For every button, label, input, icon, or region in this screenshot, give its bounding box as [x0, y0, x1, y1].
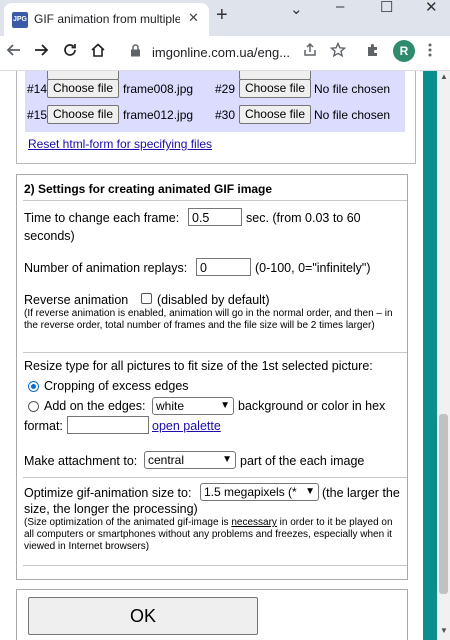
- optimize-size-select[interactable]: 1.5 megapixels (* ▼: [200, 483, 319, 501]
- tab-bar: JPG GIF animation from multiple p ✕ + ⌄ …: [0, 0, 450, 36]
- ok-button[interactable]: OK: [28, 597, 258, 635]
- crop-label: Cropping of excess edges: [44, 379, 189, 393]
- open-palette-link[interactable]: open palette: [152, 419, 221, 433]
- divider: [23, 352, 407, 353]
- scroll-down-icon[interactable]: ▼: [440, 626, 448, 635]
- optimize-suffix: (the larger the: [322, 486, 400, 500]
- optimize-suffix-cont: size, the longer the processing): [24, 502, 198, 516]
- reverse-label: Reverse animation: [24, 293, 129, 307]
- time-unit: sec. (from 0.03 to 60: [246, 211, 361, 225]
- side-accent-bar: [423, 71, 437, 640]
- reverse-note: (If reverse animation is enabled, animat…: [24, 308, 393, 331]
- file-name: No file chosen: [314, 108, 391, 122]
- address-bar[interactable]: imgonline.com.ua/eng...: [116, 40, 356, 66]
- back-icon[interactable]: [6, 42, 22, 63]
- page-content: #14 Choose file frame008.jpg #29 Choose …: [0, 71, 423, 640]
- optimize-note-emphasis: necessary: [231, 517, 277, 528]
- format-label: format:: [24, 419, 63, 433]
- avatar[interactable]: R: [393, 40, 415, 62]
- choose-file-button[interactable]: Choose file: [239, 79, 311, 98]
- attachment-value: central: [148, 453, 185, 467]
- url-text[interactable]: imgonline.com.ua/eng...: [152, 45, 290, 60]
- replays-label: Number of animation replays:: [24, 261, 188, 275]
- optimize-note: (Size optimization of the animated gif-i…: [24, 517, 404, 553]
- crop-radio[interactable]: [28, 381, 39, 392]
- file-number: #15: [27, 108, 48, 122]
- extensions-icon[interactable]: [365, 42, 381, 63]
- optimize-label: Optimize gif-animation size to:: [24, 486, 192, 500]
- divider: [23, 477, 407, 478]
- share-icon[interactable]: [302, 42, 318, 63]
- scroll-up-icon[interactable]: ▲: [440, 72, 448, 81]
- lock-icon[interactable]: [130, 44, 141, 60]
- hex-color-input[interactable]: [67, 416, 149, 434]
- star-icon[interactable]: [329, 41, 347, 63]
- file-name: frame008.jpg: [123, 82, 194, 96]
- replays-hint: (0-100, 0="infinitely"): [255, 261, 371, 275]
- chevron-down-icon: ▼: [220, 400, 230, 411]
- edges-color-select[interactable]: white ▼: [152, 397, 234, 415]
- home-icon[interactable]: [90, 42, 106, 63]
- menu-icon[interactable]: [427, 42, 433, 63]
- attachment-select[interactable]: central ▼: [144, 451, 236, 469]
- time-unit-cont: seconds): [24, 229, 75, 243]
- chevron-down-icon: ▼: [222, 454, 232, 465]
- files-section: #14 Choose file frame008.jpg #29 Choose …: [16, 71, 416, 164]
- edges-color-value: white: [156, 399, 185, 413]
- optimize-note-a: (Size optimization of the animated gif-i…: [24, 517, 232, 528]
- file-number: #14: [27, 82, 48, 96]
- scrollbar-thumb[interactable]: [439, 414, 448, 594]
- minimize-button[interactable]: –: [336, 0, 344, 15]
- edges-suffix: background or color in hex: [238, 399, 386, 413]
- chevron-down-icon: ▼: [305, 486, 315, 497]
- time-label: Time to change each frame:: [24, 211, 180, 225]
- reverse-hint: (disabled by default): [157, 293, 270, 307]
- file-name: No file chosen: [314, 82, 391, 96]
- submit-section: OK: [16, 589, 408, 640]
- settings-title: 2) Settings for creating animated GIF im…: [24, 182, 273, 196]
- new-tab-button[interactable]: +: [216, 4, 228, 27]
- reload-icon[interactable]: [62, 42, 78, 63]
- browser-toolbar: imgonline.com.ua/eng... R: [0, 36, 450, 71]
- replays-input[interactable]: 0: [196, 258, 251, 276]
- file-inputs-box: #14 Choose file frame008.jpg #29 Choose …: [25, 71, 405, 132]
- divider: [23, 200, 407, 201]
- file-number: #29: [215, 82, 236, 96]
- browser-tab[interactable]: JPG GIF animation from multiple p ✕: [4, 3, 209, 36]
- forward-icon[interactable]: [33, 42, 49, 63]
- attach-label: Make attachment to:: [24, 454, 138, 468]
- reverse-checkbox[interactable]: [141, 293, 152, 304]
- attach-suffix: part of the each image: [240, 454, 365, 468]
- optimize-value: 1.5 megapixels (*: [204, 485, 297, 499]
- choose-file-button[interactable]: Choose file: [47, 79, 119, 98]
- close-window-button[interactable]: ✕: [425, 0, 438, 16]
- maximize-button[interactable]: ☐: [380, 0, 393, 16]
- frame-time-input[interactable]: 0.5: [188, 208, 242, 226]
- choose-file-button[interactable]: Choose file: [239, 105, 311, 124]
- file-name: frame012.jpg: [123, 108, 194, 122]
- add-edges-radio[interactable]: [28, 401, 39, 412]
- file-number: #30: [215, 108, 236, 122]
- choose-file-button[interactable]: Choose file: [47, 105, 119, 124]
- tab-title: GIF animation from multiple p: [34, 12, 180, 26]
- close-tab-icon[interactable]: ✕: [188, 10, 199, 26]
- reset-form-link[interactable]: Reset html-form for specifying files: [28, 137, 212, 151]
- settings-section: 2) Settings for creating animated GIF im…: [16, 174, 408, 580]
- divider: [23, 565, 407, 566]
- resize-label: Resize type for all pictures to fit size…: [24, 359, 373, 373]
- tab-search-icon[interactable]: ⌄: [290, 0, 303, 18]
- add-edges-label: Add on the edges:: [44, 399, 146, 413]
- favicon-icon: JPG: [12, 12, 28, 28]
